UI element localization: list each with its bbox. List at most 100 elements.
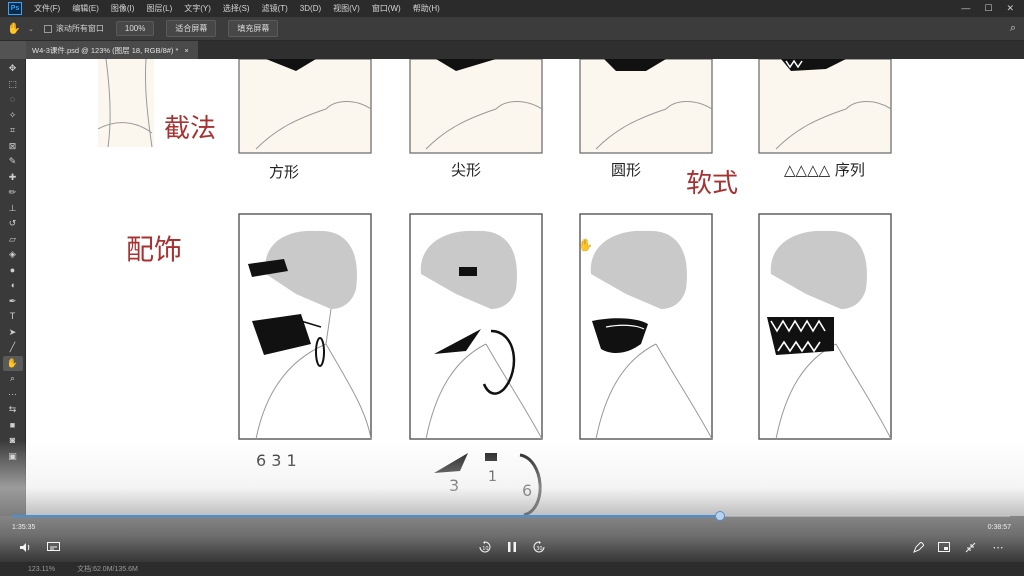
triangle-symbol <box>434 453 468 473</box>
hand-tool-preset-icon[interactable]: ✋ <box>0 22 28 35</box>
history-brush-icon[interactable]: ↺ <box>3 216 23 232</box>
zoom-icon[interactable]: ⌕ <box>3 371 23 387</box>
label-decoration: 配饰 <box>126 233 182 266</box>
crop-icon[interactable]: ⌗ <box>3 123 23 139</box>
menu-3d[interactable]: 3D(D) <box>294 4 327 13</box>
line-icon[interactable]: ╱ <box>3 340 23 356</box>
blur-icon[interactable]: ● <box>3 263 23 279</box>
progress-knob[interactable] <box>714 511 725 521</box>
rewind-label: 10 <box>482 546 488 552</box>
marquee-icon[interactable]: ⬚ <box>3 77 23 93</box>
pen-icon[interactable]: ✒ <box>3 294 23 310</box>
eyedropper-icon[interactable]: ✎ <box>3 154 23 170</box>
more-tools-icon[interactable]: ··· <box>3 387 23 403</box>
scroll-all-windows-label: 滚动所有窗口 <box>55 24 104 33</box>
total-time: 0:38:57 <box>987 524 1011 531</box>
document-tab[interactable]: W4-3课件.psd @ 123% (图层 18, RGB/8#) * × <box>26 41 198 59</box>
type-icon[interactable]: T <box>3 309 23 325</box>
rect-symbol <box>485 453 497 461</box>
brush-icon[interactable]: ✏ <box>3 185 23 201</box>
annotate-pen-icon[interactable] <box>910 536 926 558</box>
menu-file[interactable]: 文件(F) <box>28 3 66 14</box>
menu-window[interactable]: 窗口(W) <box>366 3 407 14</box>
search-icon[interactable]: ⌕ <box>1010 22 1016 35</box>
artwork: ✋ 截法 软式 配饰 方形 尖形 圆形 △△△△ 序列 6 3 1 3 1 6 <box>97 59 892 516</box>
frame-icon[interactable]: ⊠ <box>3 139 23 155</box>
label-pointed: 尖形 <box>451 161 481 179</box>
lasso-icon[interactable]: ◌ <box>3 92 23 108</box>
progress-bar[interactable] <box>12 511 1010 521</box>
dodge-icon[interactable]: ◖ <box>3 278 23 294</box>
scroll-all-windows-checkbox[interactable]: 滚动所有窗口 <box>43 23 104 34</box>
paint-bucket-icon[interactable]: ◈ <box>3 247 23 263</box>
top-frame-1 <box>238 59 372 154</box>
subtitles-icon[interactable] <box>44 536 62 558</box>
portrait-square-mask <box>238 213 372 440</box>
close-tab-icon[interactable]: × <box>184 46 188 55</box>
label-soft-style: 软式 <box>686 169 738 199</box>
status-bar: 123.11% 文档:62.0M/135.6M <box>0 562 1024 576</box>
window-controls: — ☐ ✕ <box>961 3 1024 14</box>
rewind-10-icon[interactable]: 10 <box>476 536 494 558</box>
progress-fill <box>12 515 720 517</box>
quick-mask-icon[interactable]: ◙ <box>3 433 23 449</box>
color-swatches-icon[interactable]: ■ <box>3 418 23 434</box>
eraser-icon[interactable]: ▱ <box>3 232 23 248</box>
fill-screen-button[interactable]: 填充屏幕 <box>228 20 279 37</box>
fit-screen-button[interactable]: 适合屏幕 <box>166 20 217 37</box>
status-zoom: 123.11% <box>28 565 56 573</box>
forward-30-icon[interactable]: 30 <box>530 536 548 558</box>
menu-select[interactable]: 选择(S) <box>217 3 256 14</box>
pause-icon[interactable] <box>504 536 520 558</box>
photoshop-window: Ps 文件(F) 编辑(E) 图像(I) 图层(L) 文字(Y) 选择(S) 滤… <box>0 0 1024 576</box>
current-time: 1:35:35 <box>12 524 36 531</box>
label-num-1: 1 <box>488 469 497 485</box>
label-num-3: 3 <box>449 476 459 495</box>
options-bar: ✋ ⌄ 滚动所有窗口 100% 适合屏幕 填充屏幕 ⌕ <box>0 17 1024 41</box>
menu-image[interactable]: 图像(I) <box>105 3 141 14</box>
menu-filter[interactable]: 滤镜(T) <box>256 3 294 14</box>
portrait-pointed-mask <box>409 213 543 440</box>
screen-mode-icon[interactable]: ▣ <box>3 449 23 465</box>
top-frame-2 <box>409 59 543 154</box>
label-num-6: 6 <box>522 481 532 500</box>
status-doc-size: 文档:62.0M/135.6M <box>77 566 138 573</box>
document-tab-bar: W4-3课件.psd @ 123% (图层 18, RGB/8#) * × <box>26 41 1024 59</box>
healing-brush-icon[interactable]: ✚ <box>3 170 23 186</box>
menu-type[interactable]: 文字(Y) <box>178 3 217 14</box>
maximize-icon[interactable]: ☐ <box>984 3 992 14</box>
minimize-icon[interactable]: — <box>961 3 970 14</box>
portrait-round-mask <box>579 213 713 440</box>
player-controls: 10 30 ⋯ <box>0 536 1024 558</box>
magic-wand-icon[interactable]: ✧ <box>3 108 23 124</box>
exit-fullscreen-icon[interactable] <box>962 536 978 558</box>
clone-stamp-icon[interactable]: ⊥ <box>3 201 23 217</box>
hand-cursor-icon: ✋ <box>578 238 593 252</box>
zoom-100-button[interactable]: 100% <box>115 21 155 36</box>
document-tab-title: W4-3课件.psd @ 123% (图层 18, RGB/8#) * <box>32 45 179 55</box>
menu-help[interactable]: 帮助(H) <box>407 3 446 14</box>
label-round: 圆形 <box>611 161 641 179</box>
hand-icon[interactable]: ✋ <box>2 355 23 371</box>
portrait-sawtooth-mask <box>758 213 892 440</box>
forward-label: 30 <box>536 546 542 552</box>
document-canvas[interactable]: ✋ 截法 软式 配饰 方形 尖形 圆形 △△△△ 序列 6 3 1 3 1 6 <box>26 59 1024 516</box>
photoshop-logo-icon: Ps <box>8 2 22 15</box>
tools-panel: ✥ ⬚ ◌ ✧ ⌗ ⊠ ✎ ✚ ✏ ⊥ ↺ ▱ ◈ ● ◖ ✒ T ➤ ╱ ✋ ⌕ ··· ⇆ ■ ◙ ▣ <box>0 59 26 516</box>
menu-layer[interactable]: 图层(L) <box>140 3 178 14</box>
more-options-icon[interactable]: ⋯ <box>990 536 1006 558</box>
swap-colors-icon[interactable]: ⇆ <box>3 402 23 418</box>
torso-sketch <box>97 59 154 148</box>
path-selection-icon[interactable]: ➤ <box>3 325 23 341</box>
move-icon[interactable]: ✥ <box>3 61 23 77</box>
picture-in-picture-icon[interactable] <box>936 536 952 558</box>
close-window-icon[interactable]: ✕ <box>1006 3 1014 14</box>
menu-edit[interactable]: 编辑(E) <box>66 3 105 14</box>
volume-icon[interactable] <box>16 536 34 558</box>
label-order: 6 3 1 <box>256 451 297 470</box>
menu-view[interactable]: 视图(V) <box>327 3 366 14</box>
label-sequence: △△△△ 序列 <box>784 161 865 179</box>
checkbox-box[interactable] <box>43 24 52 33</box>
chevron-down-icon[interactable]: ⌄ <box>28 25 34 33</box>
menu-bar: Ps 文件(F) 编辑(E) 图像(I) 图层(L) 文字(Y) 选择(S) 滤… <box>0 0 1024 17</box>
